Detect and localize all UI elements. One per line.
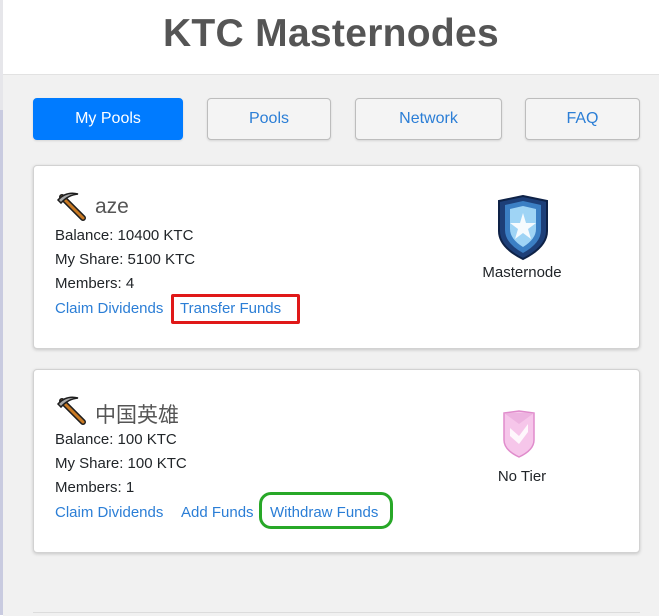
tab-network-label: Network [399, 110, 458, 127]
tier-label: Masternode [482, 264, 562, 281]
main-content: My Pools Pools Network FAQ aze Balance: … [3, 74, 659, 616]
pickaxe-icon [56, 396, 86, 425]
pool-members: Members: 1 [55, 479, 135, 496]
tab-pools[interactable]: Pools [207, 98, 331, 140]
tier-label: No Tier [497, 468, 547, 485]
shield-badge-icon [498, 195, 548, 261]
pool-name: 中国英雄 [95, 404, 179, 427]
pool-balance: Balance: 10400 KTC [55, 227, 194, 244]
pool-members: Members: 4 [55, 275, 135, 292]
red-highlight-annotation [171, 294, 300, 324]
pool-name: aze [95, 195, 129, 218]
page-header: KTC Masternodes [3, 0, 659, 74]
claim-dividends-link[interactable]: Claim Dividends [55, 504, 163, 521]
add-funds-link[interactable]: Add Funds [181, 504, 254, 521]
tab-pools-label: Pools [248, 110, 290, 127]
tab-faq-label: FAQ [566, 110, 599, 127]
pickaxe-icon [56, 192, 86, 221]
pool-my-share: My Share: 100 KTC [55, 455, 187, 472]
tab-my-pools-label: My Pools [75, 110, 141, 127]
claim-dividends-link[interactable]: Claim Dividends [55, 300, 163, 317]
page-title: KTC Masternodes [162, 12, 500, 55]
tab-network[interactable]: Network [355, 98, 502, 140]
tab-faq[interactable]: FAQ [525, 98, 640, 140]
divider [33, 612, 640, 613]
tab-my-pools[interactable]: My Pools [33, 98, 183, 140]
pool-card: 中国英雄 Balance: 100 KTC My Share: 100 KTC … [33, 369, 640, 553]
pool-my-share: My Share: 5100 KTC [55, 251, 196, 268]
pool-balance: Balance: 100 KTC [55, 431, 177, 448]
green-highlight-annotation [259, 492, 393, 529]
pink-chevron-badge-icon [503, 410, 535, 458]
pool-card: aze Balance: 10400 KTC My Share: 5100 KT… [33, 165, 640, 349]
